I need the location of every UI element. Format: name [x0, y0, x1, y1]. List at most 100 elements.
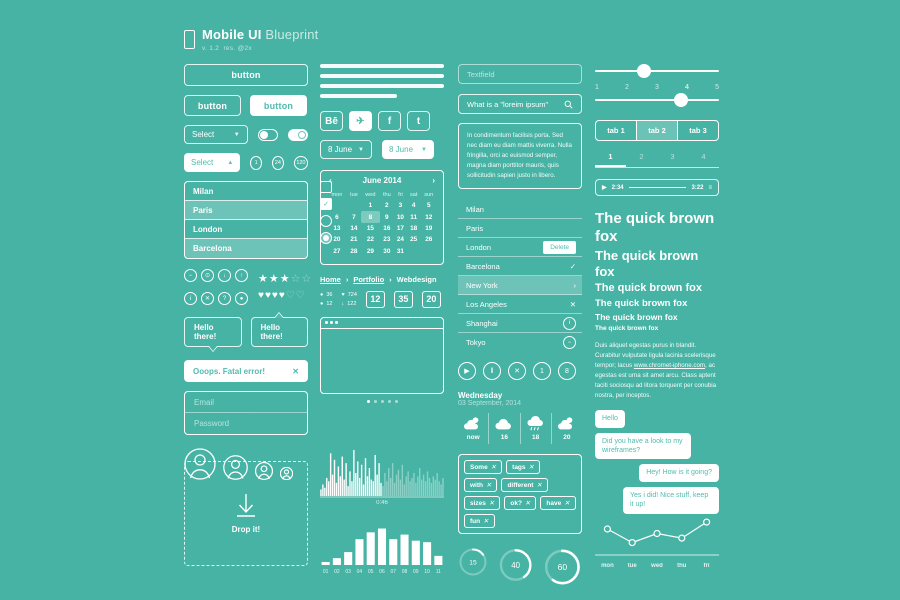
tag-remove-icon[interactable]: ✕ [525, 499, 530, 507]
play-button[interactable]: ▶ [458, 362, 476, 381]
password-field[interactable]: Password [185, 413, 307, 434]
calendar-day[interactable]: 6 [327, 211, 347, 222]
tag-chip[interactable]: sizes ✕ [464, 496, 501, 511]
tag-remove-icon[interactable]: ✕ [486, 481, 491, 489]
tag-remove-icon[interactable]: ✕ [491, 463, 496, 471]
download-icon[interactable]: ↓ [218, 269, 231, 282]
tag-chip[interactable]: tags ✕ [506, 460, 540, 475]
calendar-day[interactable]: 18 [407, 223, 421, 234]
pause-button[interactable]: ‖ [483, 362, 501, 381]
carousel-dot[interactable] [380, 399, 384, 403]
list-item[interactable]: London [185, 220, 307, 239]
tag-chip[interactable]: different ✕ [501, 478, 548, 493]
tag-input-box[interactable]: Some ✕ tags ✕ with ✕ different ✕ sizes ✕ ok? ✕… [458, 454, 582, 535]
calendar-day[interactable]: 4 [407, 200, 421, 211]
list-item[interactable]: Paris [458, 219, 582, 239]
primary-button[interactable]: button [184, 64, 308, 86]
calendar-day[interactable]: 20 [327, 234, 347, 245]
list-item[interactable]: Milan [185, 182, 307, 201]
calendar-day[interactable]: 5 [420, 200, 437, 211]
carousel-dots[interactable] [320, 399, 444, 403]
calendar-day[interactable]: 25 [407, 234, 421, 245]
page-4[interactable]: 4 [688, 152, 719, 167]
facebook-icon[interactable]: f [378, 111, 401, 131]
tag-remove-icon[interactable]: ✕ [483, 517, 488, 525]
calendar-day[interactable]: 21 [347, 234, 361, 245]
search-input[interactable]: What is a "loreim ipsum" [458, 94, 582, 114]
calendar-day[interactable]: 7 [347, 211, 361, 222]
calendar-day-selected[interactable]: 8 [361, 211, 380, 223]
twitter-icon[interactable]: ✈ [349, 111, 372, 131]
list-item-selected[interactable]: New York › [458, 276, 582, 296]
close-button[interactable]: ✕ [508, 362, 526, 381]
list-item[interactable]: Barcelona ✓ [458, 257, 582, 277]
help-icon[interactable]: ? [218, 292, 231, 305]
list-item[interactable]: Paris [185, 201, 307, 220]
play-icon[interactable]: ▶ [602, 184, 607, 191]
calendar-widget[interactable]: ‹ June 2014 › mon tue wed thu fri sat su… [320, 170, 444, 265]
tag-remove-icon[interactable]: ✕ [489, 499, 494, 507]
calendar-day[interactable]: 14 [347, 223, 361, 234]
close-icon[interactable]: ✕ [201, 292, 214, 305]
heart-rating[interactable]: ♥ ♥ ♥ ♥ ♡ ♡ [258, 290, 311, 301]
calendar-day[interactable]: 11 [407, 211, 421, 222]
upload-icon[interactable]: ↑ [235, 269, 248, 282]
behance-icon[interactable]: Bē [320, 111, 343, 131]
calendar-day[interactable]: 2 [380, 200, 394, 211]
calendar-day[interactable]: 15 [361, 223, 380, 234]
calendar-day[interactable]: 27 [327, 246, 347, 257]
calendar-day[interactable]: 1 [361, 200, 380, 211]
minus-icon[interactable]: − [184, 269, 197, 282]
tag-chip[interactable]: with ✕ [464, 478, 498, 493]
target-icon[interactable]: ⊙ [201, 269, 214, 282]
file-dropzone[interactable]: Drop it! [184, 461, 308, 566]
external-link[interactable]: www.chromet-iphone.com [634, 362, 705, 369]
tab-2[interactable]: tab 2 [636, 121, 677, 140]
star-rating[interactable]: ★ ★ ★ ☆ ☆ [258, 273, 311, 285]
calendar-day[interactable]: 12 [420, 211, 437, 222]
calendar-next-button[interactable]: › [432, 176, 435, 185]
text-input[interactable]: Textfield [458, 64, 582, 84]
calendar-day[interactable]: 9 [380, 211, 394, 222]
tag-chip[interactable]: Some ✕ [464, 460, 503, 475]
slider-handle[interactable] [674, 93, 689, 107]
breadcrumb-item-home[interactable]: Home [320, 275, 341, 284]
calendar-day[interactable]: 10 [394, 211, 407, 222]
tag-remove-icon[interactable]: ✕ [529, 463, 534, 471]
list-item[interactable]: Tokyo − [458, 333, 582, 352]
textarea-paragraph[interactable]: In condimentum facilisis porta. Sed nec … [458, 123, 582, 190]
calendar-day[interactable]: 16 [380, 223, 394, 234]
info-icon[interactable]: i [184, 292, 197, 305]
email-field[interactable]: Email [185, 392, 307, 413]
date-picker-outline[interactable]: 8 June ▼ [320, 140, 372, 159]
calendar-day[interactable]: 24 [394, 234, 407, 245]
page-3[interactable]: 3 [657, 152, 688, 167]
info-icon[interactable]: i [563, 316, 576, 330]
list-item[interactable]: Milan [458, 200, 582, 220]
date-picker-filled[interactable]: 8 June ▼ [382, 140, 434, 159]
calendar-day[interactable]: 26 [420, 234, 437, 245]
carousel-dot[interactable] [366, 399, 370, 403]
calendar-day[interactable] [327, 200, 347, 211]
calendar-day[interactable]: 23 [380, 234, 394, 245]
select-dropdown-closed[interactable]: Select ▼ [184, 125, 248, 144]
calendar-day[interactable]: 30 [380, 246, 394, 257]
toggle-switch-off[interactable] [257, 128, 278, 141]
slider-top[interactable] [595, 64, 719, 78]
calendar-day[interactable] [407, 246, 421, 257]
search-icon[interactable] [564, 100, 573, 109]
breadcrumb-item-portfolio[interactable]: Portfolio [353, 275, 384, 284]
list-item[interactable]: London Delete [458, 238, 582, 258]
outline-button[interactable]: button [184, 95, 241, 116]
tab-1[interactable]: tab 1 [596, 121, 636, 140]
page-1[interactable]: 1 [595, 152, 626, 167]
minus-icon[interactable]: − [563, 336, 576, 350]
calendar-day[interactable]: 13 [327, 223, 347, 234]
toggle-switch-on[interactable] [287, 128, 309, 141]
select-dropdown-open[interactable]: Select ▲ [184, 153, 241, 172]
calendar-day[interactable] [347, 200, 361, 211]
calendar-prev-button[interactable]: ‹ [329, 176, 332, 185]
carousel-dot[interactable] [373, 399, 377, 403]
slider-handle[interactable] [636, 64, 651, 78]
dot-icon[interactable]: ● [235, 292, 248, 305]
